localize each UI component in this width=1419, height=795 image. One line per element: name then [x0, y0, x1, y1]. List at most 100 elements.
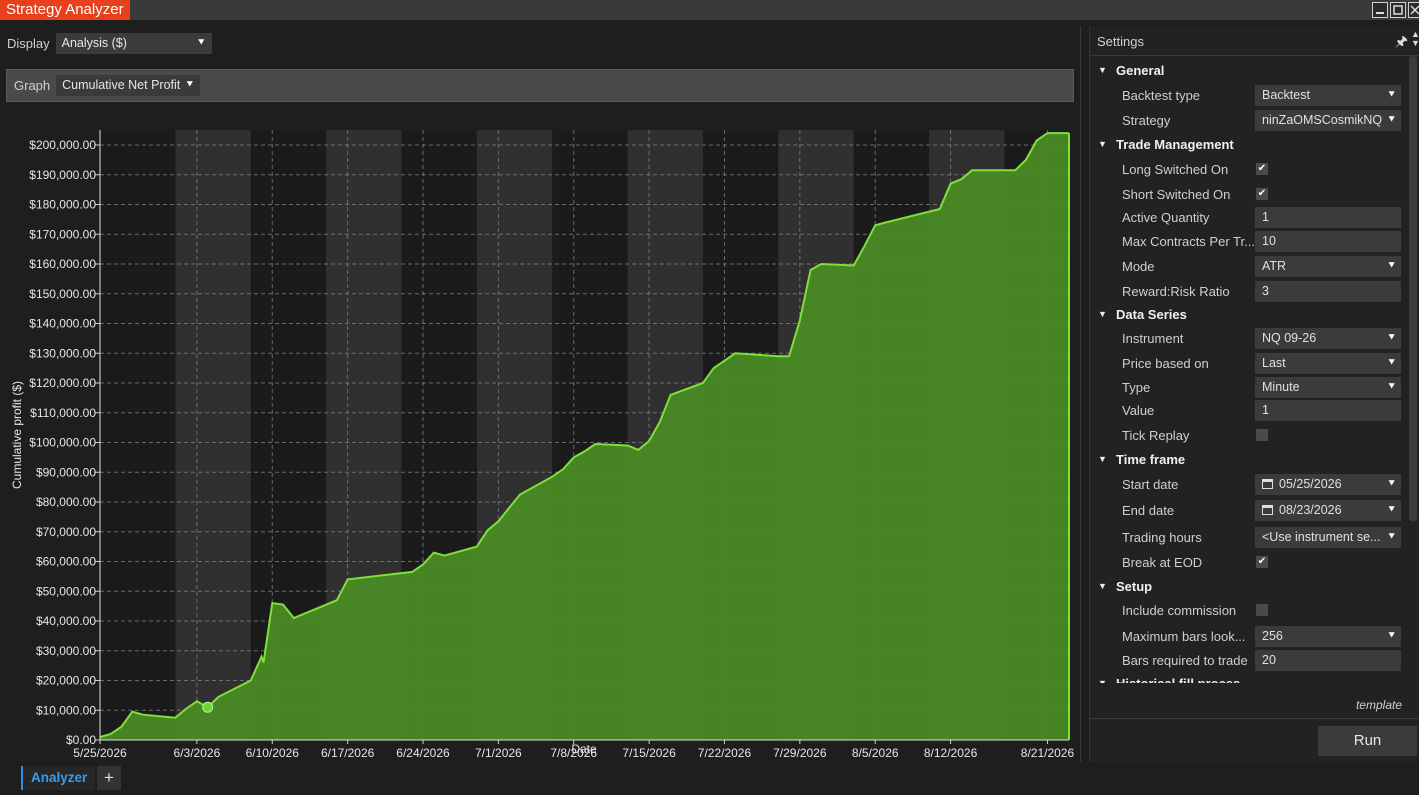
price-based-on-select[interactable]: Last ⯆ [1255, 353, 1401, 374]
graph-label: Graph [14, 78, 51, 93]
minimize-icon[interactable] [1372, 2, 1388, 18]
y-tick-label: $30,000.00 [36, 644, 96, 658]
category-historical-fill-proces[interactable]: ▼ Historical fill proces [1090, 672, 1408, 683]
x-tick-label: 5/25/2026 [73, 746, 127, 757]
category-label: Historical fill proces [1116, 676, 1240, 683]
x-tick-label: 7/1/2026 [475, 746, 522, 757]
category-general[interactable]: ▼ General [1090, 59, 1408, 83]
property-label: Start date [1122, 477, 1179, 492]
template-link[interactable]: template [1356, 698, 1402, 712]
max-contracts-per-tr-field[interactable]: 10 [1255, 231, 1401, 252]
property-label: Tick Replay [1122, 428, 1190, 443]
include-commission-checkbox[interactable]: ✔ [1256, 604, 1268, 616]
x-tick-label: 7/22/2026 [698, 746, 752, 757]
strategy-select[interactable]: ninZaOMSCosmikNQ ⯆ [1255, 110, 1401, 131]
chevron-down-icon: ⯆ [1384, 353, 1396, 374]
x-tick-label: 6/24/2026 [396, 746, 450, 757]
active-quantity-field[interactable]: 1 [1255, 207, 1401, 228]
y-tick-label: $130,000.00 [29, 346, 96, 360]
tick-replay-checkbox[interactable]: ✔ [1256, 429, 1268, 441]
value-field[interactable]: 1 [1255, 400, 1401, 421]
reward-risk-ratio-field[interactable]: 3 [1255, 281, 1401, 302]
instrument-select[interactable]: NQ 09-26 ⯆ [1255, 328, 1401, 349]
backtest-type-select[interactable]: Backtest ⯆ [1255, 85, 1401, 106]
collapse-triangle-icon: ▼ [1098, 65, 1107, 75]
property-row-long-switched-on: Long Switched On ✔ [1090, 158, 1408, 182]
mode-select[interactable]: ATR ⯆ [1255, 256, 1401, 277]
property-value: <Use instrument se... [1262, 530, 1381, 544]
chevron-down-icon: ⯆ [1384, 110, 1396, 131]
y-tick-label: $20,000.00 [36, 674, 96, 688]
scroll-arrows-icon[interactable]: ▲ ▼ [1411, 30, 1419, 48]
close-icon[interactable] [1408, 2, 1419, 18]
display-select[interactable]: Analysis ($) ⯆ [55, 32, 212, 54]
chevron-down-icon: ⯆ [1384, 500, 1396, 521]
category-label: Trade Management [1116, 137, 1234, 152]
cumulative-profit-chart[interactable]: $0.00 $10,000.00 $20,000.00 $30,000.00 $40,0… [6, 102, 1074, 760]
collapse-triangle-icon: ▼ [1098, 678, 1107, 683]
property-value: 10 [1262, 234, 1276, 248]
y-tick-label: $80,000.00 [36, 495, 96, 509]
category-setup[interactable]: ▼ Setup [1090, 575, 1408, 599]
property-value: 256 [1262, 629, 1283, 643]
chart-svg: $0.00 $10,000.00 $20,000.00 $30,000.00 $40,0… [6, 102, 1074, 760]
property-label: Type [1122, 380, 1151, 395]
maximum-bars-look-select[interactable]: 256 ⯆ [1255, 626, 1401, 647]
property-row-price-based-on: Price based on Last ⯆ [1090, 352, 1408, 376]
maximize-icon[interactable] [1390, 2, 1406, 18]
category-trade-management[interactable]: ▼ Trade Management [1090, 133, 1408, 157]
property-label: Instrument [1122, 331, 1184, 346]
y-tick-label: $150,000.00 [29, 287, 96, 301]
collapse-triangle-icon: ▼ [1098, 454, 1107, 464]
property-label: Short Switched On [1122, 187, 1231, 202]
title-bar: Strategy Analyzer [0, 0, 1419, 20]
pin-icon[interactable]: 🖈 [1395, 31, 1408, 55]
property-label: End date [1122, 503, 1175, 518]
run-button[interactable]: Run [1318, 726, 1417, 756]
graph-select[interactable]: Cumulative Net Profit ⯆ [56, 75, 201, 96]
property-row-backtest-type: Backtest type Backtest ⯆ [1090, 84, 1408, 108]
window-title: Strategy Analyzer [0, 0, 130, 20]
property-row-tick-replay: Tick Replay ✔ [1090, 424, 1408, 448]
add-tab-button[interactable]: + [97, 766, 121, 790]
y-tick-label: $10,000.00 [36, 703, 96, 717]
property-row-start-date: Start date 05/25/2026 ⯆ [1090, 473, 1408, 497]
y-tick-label: $70,000.00 [36, 525, 96, 539]
long-switched-on-checkbox[interactable]: ✔ [1256, 163, 1268, 175]
chevron-down-icon: ⯆ [1384, 474, 1396, 495]
y-tick-label: $90,000.00 [36, 465, 96, 479]
property-value: 3 [1262, 284, 1269, 298]
property-row-maximum-bars-look: Maximum bars look... 256 ⯆ [1090, 625, 1408, 649]
y-tick-label: $100,000.00 [29, 436, 96, 450]
analysis-panel: Display Analysis ($) ⯆ Graph Cumulative … [0, 26, 1081, 762]
highlighted-point [202, 701, 214, 713]
category-time-frame[interactable]: ▼ Time frame [1090, 448, 1408, 472]
end-date-date-picker[interactable]: 08/23/2026 ⯆ [1255, 500, 1401, 521]
y-tick-label: $160,000.00 [29, 257, 96, 271]
property-value: 05/25/2026 [1279, 477, 1342, 491]
property-row-reward-risk-ratio: Reward:Risk Ratio 3 [1090, 280, 1408, 304]
y-tick-label: $200,000.00 [29, 138, 96, 152]
y-tick-label: $170,000.00 [29, 227, 96, 241]
property-label: Mode [1122, 259, 1155, 274]
settings-panel: Settings 🖈 ▲ ▼ ▼ General Backtest type Backt… [1089, 26, 1419, 762]
collapse-triangle-icon: ▼ [1098, 139, 1107, 149]
tab-analyzer[interactable]: Analyzer [21, 766, 96, 790]
property-row-include-commission: Include commission ✔ [1090, 599, 1408, 623]
divider [1090, 718, 1419, 719]
start-date-date-picker[interactable]: 05/25/2026 ⯆ [1255, 474, 1401, 495]
trading-hours-select[interactable]: <Use instrument se... ⯆ [1255, 527, 1401, 548]
break-at-eod-checkbox[interactable]: ✔ [1256, 556, 1268, 568]
bottom-tab-bar: Analyzer + [0, 762, 1419, 795]
calendar-icon [1262, 505, 1273, 515]
property-row-break-at-eod: Break at EOD ✔ [1090, 551, 1408, 575]
settings-scrollbar[interactable] [1409, 56, 1417, 521]
bars-required-to-trade-field[interactable]: 20 [1255, 650, 1401, 671]
short-switched-on-checkbox[interactable]: ✔ [1256, 188, 1268, 200]
category-data-series[interactable]: ▼ Data Series [1090, 303, 1408, 327]
y-tick-label: $60,000.00 [36, 555, 96, 569]
property-value: ATR [1262, 259, 1287, 273]
property-value: 1 [1262, 403, 1269, 417]
type-select[interactable]: Minute ⯆ [1255, 377, 1401, 398]
y-axis-label: Cumulative profit ($) [10, 381, 24, 489]
